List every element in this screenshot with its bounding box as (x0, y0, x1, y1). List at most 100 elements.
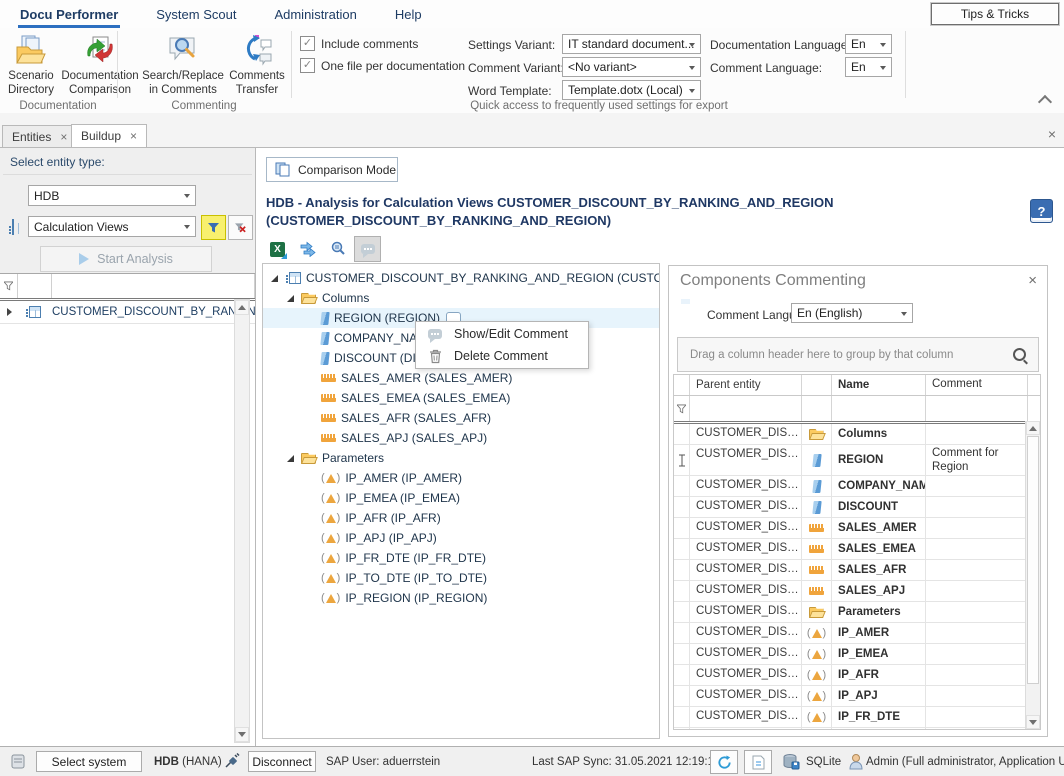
parameter-icon: () (807, 691, 826, 702)
documentation-comparison-button[interactable]: Documentation Comparison (60, 34, 140, 98)
system-select[interactable]: HDB (28, 185, 196, 206)
start-analysis-button[interactable]: Start Analysis (40, 246, 212, 272)
folder-open-icon (809, 429, 825, 440)
filter-button[interactable] (201, 215, 226, 240)
grid-filter-row[interactable] (0, 274, 255, 301)
include-comments-checkbox[interactable] (300, 36, 315, 51)
grid-row-sales-emea[interactable]: CUSTOMER_DISCOUNT_BY_RANKING_AND_REGION … (674, 539, 1040, 560)
tips-and-tricks-button[interactable]: Tips & Tricks (931, 3, 1059, 25)
grid-row-ip-emea[interactable]: CUSTOMER_DISCOUNT_BY_RANKING_AND_REGION … (674, 644, 1040, 665)
menu-system-scout[interactable]: System Scout (154, 4, 238, 25)
search-replace-comments-button[interactable]: Search/Replace in Comments (140, 34, 226, 98)
grid-row-sales-amer[interactable]: CUSTOMER_DISCOUNT_BY_RANKING_AND_REGION … (674, 518, 1040, 539)
scroll-thumb[interactable] (1027, 436, 1039, 684)
header-parent-entity[interactable]: Parent entity (690, 375, 802, 395)
tree-item-ip-apj[interactable]: () IP_APJ (IP_APJ) (263, 528, 659, 548)
search-button[interactable] (324, 236, 351, 262)
tree-item-columns[interactable]: Columns (263, 288, 659, 308)
tab-entities[interactable]: Entities (2, 125, 77, 147)
comparison-mode-button[interactable]: Comparison Mode (266, 157, 398, 182)
filter-cell[interactable] (832, 396, 926, 421)
grid-row-parameters[interactable]: CUSTOMER_DISCOUNT_BY_RANKING_AND_REGION … (674, 602, 1040, 623)
help-icon[interactable]: ? (1030, 199, 1053, 223)
tree-item-ip-afr[interactable]: () IP_AFR (IP_AFR) (263, 508, 659, 528)
transfer-button[interactable] (294, 236, 321, 262)
scroll-up-button[interactable] (1026, 421, 1040, 435)
grid-row-ip-apj[interactable]: CUSTOMER_DISCOUNT_BY_RANKING_AND_REGION … (674, 686, 1040, 707)
clear-filter-button[interactable] (228, 215, 253, 240)
header-name[interactable]: Name (832, 375, 926, 395)
word-template-select[interactable]: Template.dotx (Local) (562, 80, 701, 100)
tree-item-ip-emea[interactable]: () IP_EMEA (IP_EMEA) (263, 488, 659, 508)
comments-toggle-button[interactable] (354, 236, 381, 262)
comments-transfer-button[interactable]: Comments Transfer (226, 34, 288, 98)
grid-row-sales-afr[interactable]: CUSTOMER_DISCOUNT_BY_RANKING_AND_REGION … (674, 560, 1040, 581)
tree-item-sales-afr[interactable]: SALES_AFR (SALES_AFR) (263, 408, 659, 428)
select-system-button[interactable]: Select system (36, 751, 142, 772)
entity-row[interactable]: CUSTOMER_DISCOUNT_BY_RANKING_AND_REGION … (0, 301, 255, 324)
tree-item-parameters[interactable]: Parameters (263, 448, 659, 468)
grid-row-sales-apj[interactable]: CUSTOMER_DISCOUNT_BY_RANKING_AND_REGION … (674, 581, 1040, 602)
grid-row-ip-afr[interactable]: CUSTOMER_DISCOUNT_BY_RANKING_AND_REGION … (674, 665, 1040, 686)
tree-item-ip-amer[interactable]: () IP_AMER (IP_AMER) (263, 468, 659, 488)
scenario-directory-button[interactable]: Scenario Directory (2, 34, 60, 98)
tree-item-sales-amer[interactable]: SALES_AMER (SALES_AMER) (263, 368, 659, 388)
grid-row-discount[interactable]: CUSTOMER_DISCOUNT_BY_RANKING_AND_REGION … (674, 497, 1040, 518)
expanded-icon[interactable] (287, 455, 294, 462)
collapse-ribbon-icon[interactable] (1038, 95, 1052, 109)
menu-administration[interactable]: Administration (272, 4, 358, 25)
scroll-down-button[interactable] (1026, 715, 1040, 729)
grid-filter-row[interactable] (674, 396, 1040, 424)
grid-row-columns[interactable]: CUSTOMER_DISCOUNT_BY_RANKING_AND_REGION … (674, 424, 1040, 445)
tree-item-sales-apj[interactable]: SALES_APJ (SALES_APJ) (263, 428, 659, 448)
grid-row-company-name[interactable]: CUSTOMER_DISCOUNT_BY_RANKING_AND_REGION … (674, 476, 1040, 497)
scroll-up-button[interactable] (235, 300, 249, 315)
expanded-icon[interactable] (287, 295, 294, 302)
tree-item-root[interactable]: CUSTOMER_DISCOUNT_BY_RANKING_AND_REGION … (263, 268, 659, 288)
tree-item-ip-region[interactable]: () IP_REGION (IP_REGION) (263, 588, 659, 608)
document-sync-button[interactable] (744, 750, 772, 774)
grid-row-ip-fr-dte[interactable]: CUSTOMER_DISCOUNT_BY_RANKING_AND_REGION … (674, 707, 1040, 728)
comment-variant-select[interactable]: <No variant> (562, 57, 701, 77)
group-by-box[interactable]: Drag a column header here to group by th… (677, 337, 1039, 372)
filter-cell[interactable] (18, 274, 52, 298)
menu-help[interactable]: Help (393, 4, 424, 25)
disconnect-button[interactable]: Disconnect (248, 751, 316, 772)
search-icon[interactable] (1013, 348, 1026, 361)
grid-row-ip-amer[interactable]: CUSTOMER_DISCOUNT_BY_RANKING_AND_REGION … (674, 623, 1040, 644)
menu-item-delete-comment[interactable]: Delete Comment (416, 345, 588, 367)
menu-docu-performer[interactable]: Docu Performer (18, 4, 120, 25)
tree-item-ip-to-dte[interactable]: () IP_TO_DTE (IP_TO_DTE) (263, 568, 659, 588)
filter-cell[interactable] (690, 396, 802, 421)
tree-item-ip-fr-dte[interactable]: () IP_FR_DTE (IP_FR_DTE) (263, 548, 659, 568)
close-tab-icon[interactable] (60, 131, 67, 143)
expanded-icon[interactable] (271, 275, 278, 282)
scroll-down-button[interactable] (235, 727, 249, 742)
header-comment[interactable]: Comment (926, 375, 1028, 395)
grid-row-ip-to-dte[interactable]: CUSTOMER_DISCOUNT_BY_RANKING_AND_REGION … (674, 728, 1040, 730)
attribute-icon (320, 312, 329, 325)
refresh-button[interactable] (710, 750, 738, 774)
export-excel-button[interactable]: X (264, 236, 291, 262)
close-panel-button[interactable] (1028, 272, 1037, 289)
status-bar: Select system HDB (HANA) Disconnect SAP … (0, 746, 1064, 776)
settings-variant-select[interactable]: IT standard document... (562, 34, 701, 54)
close-tabgroup-button[interactable] (1048, 127, 1056, 142)
filter-cell[interactable] (802, 396, 832, 421)
comments-grid-scrollbar[interactable] (1025, 421, 1040, 729)
entity-type-select[interactable]: Calculation Views (28, 216, 196, 237)
comment-language-select[interactable]: En (845, 57, 892, 77)
filter-cell[interactable] (52, 274, 255, 298)
close-tab-icon[interactable] (130, 130, 137, 142)
one-file-checkbox[interactable] (300, 58, 315, 73)
panel-comment-language-select[interactable]: En (English) (791, 303, 913, 323)
header-icon-col[interactable] (802, 375, 832, 395)
left-grid-scrollbar[interactable] (234, 299, 250, 743)
tree-item-sales-emea[interactable]: SALES_EMEA (SALES_EMEA) (263, 388, 659, 408)
grid-row-region[interactable]: CUSTOMER_DISCOUNT_BY_RANKING_AND_REGION … (674, 445, 1040, 476)
documentation-language-label: Documentation Language: (710, 38, 851, 52)
filter-cell[interactable] (926, 396, 1028, 421)
tab-buildup[interactable]: Buildup (71, 124, 147, 147)
documentation-language-select[interactable]: En (845, 34, 892, 54)
menu-item-show-edit-comment[interactable]: Show/Edit Comment (416, 323, 588, 345)
